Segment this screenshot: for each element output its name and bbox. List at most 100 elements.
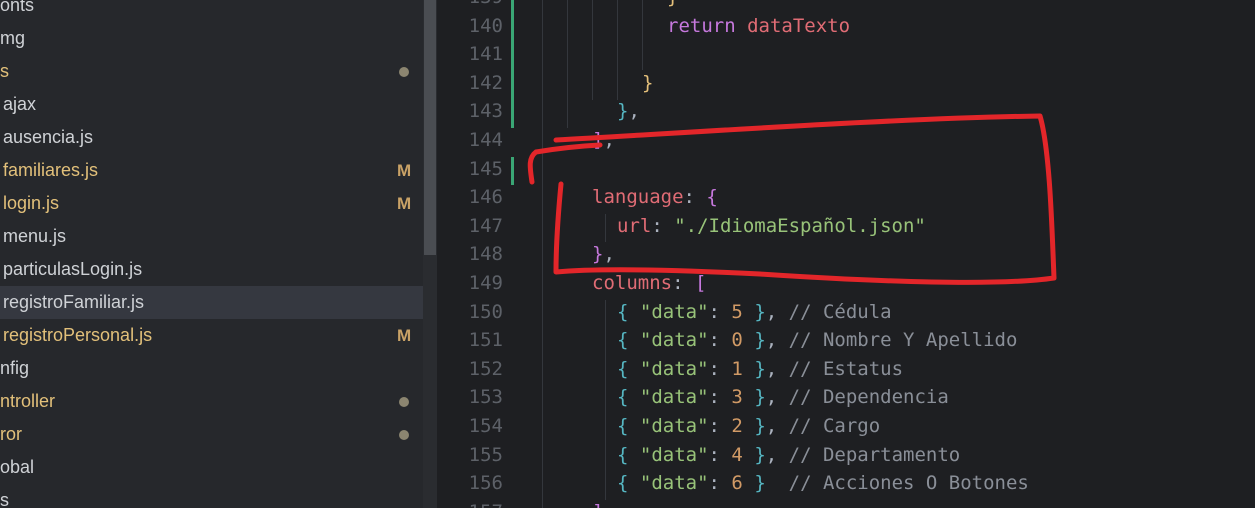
modified-dot-icon bbox=[399, 397, 409, 407]
code-token: { bbox=[617, 472, 640, 495]
code-line[interactable]: return dataTexto bbox=[667, 15, 850, 43]
code-token: 6 bbox=[731, 472, 743, 495]
code-token: , bbox=[765, 443, 789, 466]
code-token: 4 bbox=[731, 443, 743, 466]
folder-item[interactable]: ntroller bbox=[0, 385, 423, 418]
line-number: 139 bbox=[437, 0, 503, 8]
code-token: } bbox=[742, 300, 766, 323]
file-item[interactable]: ausencia.js bbox=[0, 121, 423, 154]
code-line[interactable]: { "data": 2 }, // Cargo bbox=[617, 415, 880, 443]
indent-guide bbox=[605, 300, 606, 500]
code-token: return bbox=[667, 14, 748, 37]
code-line[interactable]: language: { bbox=[592, 186, 718, 214]
folder-item[interactable]: mg bbox=[0, 22, 423, 55]
code-line[interactable]: { "data": 1 }, // Estatus bbox=[617, 358, 903, 386]
code-line[interactable]: { "data": 0 }, // Nombre Y Apellido bbox=[617, 329, 1017, 357]
tree-item-label: registroPersonal.js bbox=[3, 325, 153, 345]
code-line[interactable]: } bbox=[667, 0, 678, 14]
code-token: } bbox=[667, 0, 678, 8]
folder-item[interactable]: ajax bbox=[0, 88, 423, 121]
code-token: "data" bbox=[639, 329, 709, 352]
tree-item-label: ror bbox=[0, 424, 22, 444]
code-line[interactable]: columns: [ bbox=[592, 272, 706, 300]
code-token: } bbox=[617, 100, 629, 123]
code-token: "data" bbox=[639, 415, 709, 437]
tree-item-label: ausencia.js bbox=[3, 127, 94, 147]
code-token: : bbox=[708, 300, 732, 323]
code-token: 1 bbox=[731, 357, 743, 380]
line-number: 140 bbox=[468, 14, 503, 37]
git-modified-badge: M bbox=[397, 194, 412, 213]
folder-item[interactable]: nfig bbox=[0, 352, 423, 385]
code-token: columns bbox=[592, 272, 673, 294]
code-token: : bbox=[708, 443, 732, 466]
sidebar-scrollbar-thumb[interactable] bbox=[424, 0, 436, 255]
code-token: 0 bbox=[731, 329, 743, 352]
tree-item-label: login.js bbox=[3, 193, 60, 213]
code-token: // Nombre Y Apellido bbox=[788, 329, 1018, 352]
folder-item[interactable]: obal bbox=[0, 451, 423, 484]
code-token: , bbox=[603, 243, 615, 266]
indent-guide bbox=[617, 0, 618, 100]
sidebar-scrollbar[interactable] bbox=[423, 0, 437, 508]
code-token: language bbox=[592, 186, 684, 209]
code-token: // Acciones O Botones bbox=[788, 472, 1029, 495]
tree-item-label: particulasLogin.js bbox=[3, 259, 143, 279]
line-number: 143 bbox=[468, 100, 503, 123]
code-token: { bbox=[617, 329, 640, 352]
line-number: 149 bbox=[468, 272, 503, 294]
code-token: { bbox=[617, 443, 640, 466]
indent-guide bbox=[567, 0, 568, 128]
code-line[interactable]: { "data": 5 }, // Cédula bbox=[617, 301, 892, 329]
code-token: : bbox=[651, 214, 675, 237]
code-token: { bbox=[617, 415, 640, 437]
folder-item[interactable]: onts bbox=[0, 0, 423, 22]
code-line[interactable]: { "data": 3 }, // Dependencia bbox=[617, 386, 949, 414]
code-token: : bbox=[708, 472, 732, 495]
tree-item-label: ajax bbox=[3, 94, 37, 114]
code-line[interactable]: { "data": 4 }, // Departamento bbox=[617, 444, 960, 472]
code-line[interactable]: { "data": 6 } // Acciones O Botones bbox=[617, 472, 1029, 500]
file-explorer-sidebar: onts mg s ajax ausencia.js familiares.js Mlogi… bbox=[0, 0, 423, 508]
code-line[interactable]: }, bbox=[617, 100, 640, 128]
code-line[interactable]: url: "./IdiomaEspañol.json" bbox=[617, 215, 926, 243]
code-token: } bbox=[742, 443, 766, 466]
code-line[interactable]: ] bbox=[592, 501, 603, 508]
indent-guide bbox=[642, 0, 643, 70]
code-token: } bbox=[592, 243, 604, 266]
file-item[interactable]: familiares.js M bbox=[0, 154, 423, 187]
code-token: [ bbox=[694, 272, 707, 294]
code-token: , bbox=[765, 386, 789, 409]
file-item[interactable]: login.js M bbox=[0, 187, 423, 220]
editor-window: onts mg s ajax ausencia.js familiares.js Mlogi… bbox=[0, 0, 1255, 508]
file-item[interactable]: menu.js bbox=[0, 220, 423, 253]
file-item[interactable]: particulasLogin.js bbox=[0, 253, 423, 286]
code-token: "data" bbox=[639, 386, 709, 409]
file-item[interactable]: registroFamiliar.js bbox=[0, 286, 423, 319]
tree-item-label: familiares.js bbox=[3, 160, 99, 180]
code-token: , bbox=[765, 300, 789, 323]
line-number: 146 bbox=[468, 186, 503, 209]
line-number: 152 bbox=[468, 357, 503, 380]
file-item[interactable]: registroPersonal.js M bbox=[0, 319, 423, 352]
code-editor[interactable]: 1391401411421431441451461471481491501511… bbox=[437, 0, 1255, 508]
code-line[interactable]: } bbox=[642, 72, 653, 100]
code-token: "./IdiomaEspañol.json" bbox=[674, 214, 926, 237]
code-token: dataTexto bbox=[747, 14, 851, 37]
code-token: , bbox=[603, 129, 615, 151]
code-token: , bbox=[765, 357, 789, 380]
tree-item-label: registroFamiliar.js bbox=[3, 292, 145, 312]
code-token: : bbox=[708, 357, 732, 380]
folder-item[interactable]: s bbox=[0, 55, 423, 88]
line-number: 145 bbox=[468, 157, 503, 180]
code-line[interactable]: ], bbox=[592, 129, 615, 157]
line-number: 154 bbox=[468, 415, 503, 437]
code-line[interactable]: }, bbox=[592, 243, 615, 271]
code-token: } bbox=[742, 472, 789, 495]
code-token: // Cédula bbox=[788, 300, 892, 323]
line-number: 150 bbox=[468, 300, 503, 323]
folder-item[interactable]: ror bbox=[0, 418, 423, 451]
line-number: 142 bbox=[468, 71, 503, 94]
folder-item[interactable]: s bbox=[0, 484, 423, 508]
code-token: // Departamento bbox=[788, 443, 961, 466]
